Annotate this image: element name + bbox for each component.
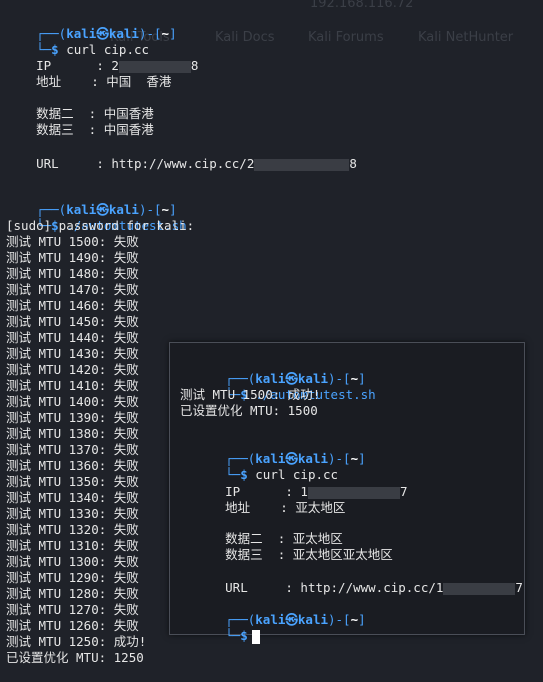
mtu-test-line: 测试 MTU 1370: 失败 [6, 442, 139, 457]
background-bookmark: Kali Docs [215, 30, 275, 45]
prompt-line: ┌──(kali㉿kali)-[~] [225, 371, 366, 386]
mtu-test-line: 测试 MTU 1320: 失败 [6, 522, 139, 537]
overlay-terminal-panel[interactable]: ┌──(kali㉿kali)-[~] └─$ ./automtutest.sh … [169, 342, 525, 644]
mtu-test-line: 测试 MTU 1480: 失败 [6, 266, 139, 281]
sudo-prompt: [sudo] password for kali: [6, 218, 195, 233]
mtu-test-line: 测试 MTU 1300: 失败 [6, 554, 139, 569]
mtu-test-line: 测试 MTU 1490: 失败 [6, 250, 139, 265]
mtu-test-line: 测试 MTU 1310: 失败 [6, 538, 139, 553]
mtu-test-line: 测试 MTU 1290: 失败 [6, 570, 139, 585]
background-bookmark: Kali NetHunter [418, 30, 514, 45]
command-line: └─$ ./automtutest.sh [36, 218, 187, 233]
data3-line: 数据三 : 亚太地区亚太地区 [225, 547, 393, 562]
command-line: └─$ ./automtutest.sh [225, 387, 376, 402]
ip-line: IP : 17 [225, 484, 408, 499]
command-line: └─$ curl cip.cc [225, 467, 339, 482]
data3-line: 数据三 : 中国香港 [36, 122, 154, 137]
prompt-line: ┌──(kali㉿kali)-[~] [225, 451, 366, 466]
address-line: 地址 : 中国 香港 [36, 74, 172, 89]
prompt-line: ┌──(kali㉿kali)-[~] [225, 612, 366, 627]
background-bookmark: Kali Forums [308, 30, 384, 45]
prompt-line: ┌──(kali㉿kali)-[~] [36, 26, 177, 41]
mtu-test-line: 测试 MTU 1380: 失败 [6, 426, 139, 441]
mtu-test-line: 测试 MTU 1270: 失败 [6, 602, 139, 617]
data2-line: 数据二 : 中国香港 [36, 106, 154, 121]
text-cursor [251, 629, 260, 644]
command-line[interactable]: └─$ [180, 612, 260, 644]
mtu-test-line: 测试 MTU 1400: 失败 [6, 394, 139, 409]
mtu-test-line: 测试 MTU 1260: 失败 [6, 618, 139, 633]
mtu-test-line: 测试 MTU 1390: 失败 [6, 410, 139, 425]
mtu-test-line: 测试 MTU 1440: 失败 [6, 330, 139, 345]
mtu-test-line: 测试 MTU 1470: 失败 [6, 282, 139, 297]
mtu-test-line: 测试 MTU 1460: 失败 [6, 298, 139, 313]
mtu-test-line: 测试 MTU 1500: 失败 [6, 234, 139, 249]
prompt-line: ┌──(kali㉿kali)-[~] [36, 202, 177, 217]
mtu-test-line: 测试 MTU 1280: 失败 [6, 586, 139, 601]
redacted-block [254, 158, 350, 171]
mtu-test-line: 测试 MTU 1340: 失败 [6, 490, 139, 505]
mtu-test-line: 测试 MTU 1410: 失败 [6, 378, 139, 393]
url-line: URL : http://www.cip.cc/1 7 [225, 580, 523, 595]
mtu-test-line: 测试 MTU 1350: 失败 [6, 474, 139, 489]
mtu-result: 已设置优化 MTU: 1250 [6, 650, 144, 665]
background-ip-text: 192.168.116.72 [310, 0, 414, 11]
url-line: URL : http://www.cip.cc/2 8 [36, 156, 357, 171]
ip-line: IP : 28 [36, 58, 199, 73]
mtu-test-line: 测试 MTU 1500: 成功! [180, 387, 321, 402]
redacted-block [443, 582, 516, 595]
terminal-window[interactable]: 192.168.116.72 Kali Tools Kali Docs Kali… [0, 0, 543, 682]
address-line: 地址 : 亚太地区 [225, 500, 346, 515]
mtu-test-line: 测试 MTU 1360: 失败 [6, 458, 139, 473]
data2-line: 数据二 : 亚太地区 [225, 531, 343, 546]
mtu-test-line: 测试 MTU 1420: 失败 [6, 362, 139, 377]
mtu-test-line: 测试 MTU 1450: 失败 [6, 314, 139, 329]
mtu-test-line: 测试 MTU 1430: 失败 [6, 346, 139, 361]
mtu-test-line: 测试 MTU 1330: 失败 [6, 506, 139, 521]
command-line: └─$ curl cip.cc [36, 42, 150, 57]
mtu-test-line: 测试 MTU 1250: 成功! [6, 634, 147, 649]
mtu-result: 已设置优化 MTU: 1500 [180, 403, 318, 418]
